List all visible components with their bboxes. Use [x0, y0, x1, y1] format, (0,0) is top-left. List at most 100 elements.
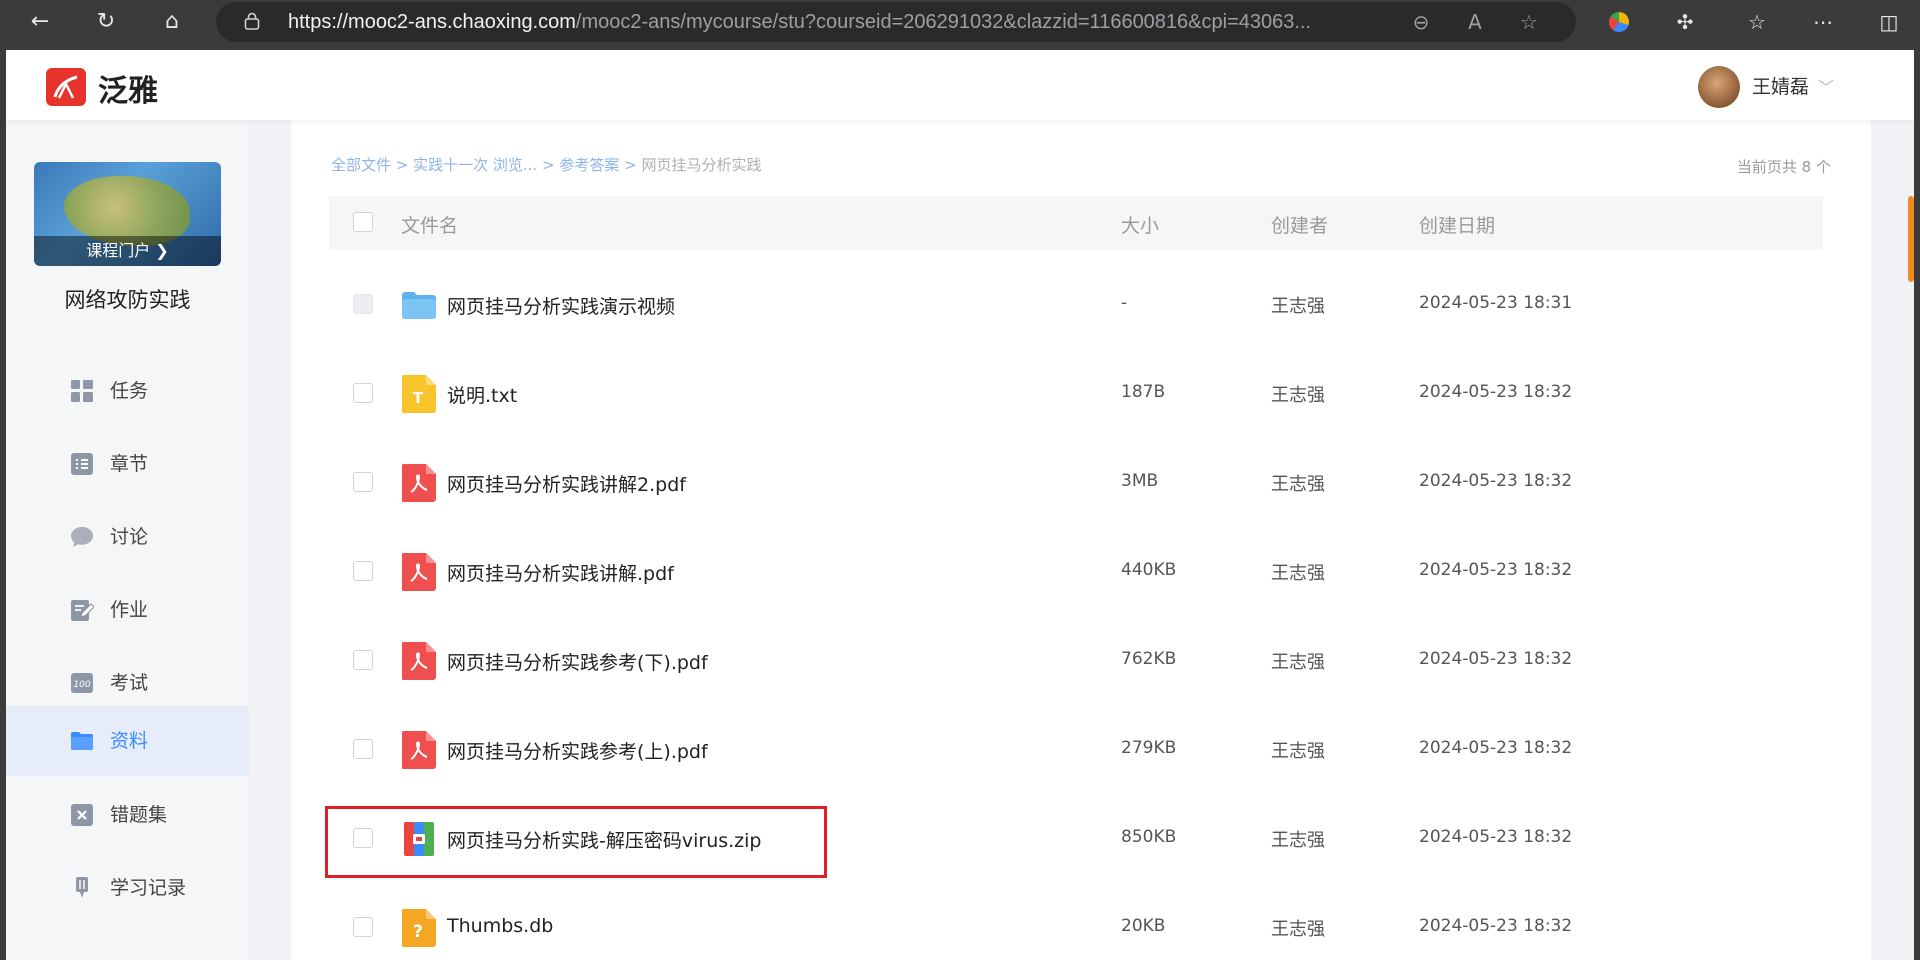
- file-size: 850KB: [1121, 827, 1177, 847]
- file-name[interactable]: 网页挂马分析实践讲解.pdf: [447, 559, 674, 586]
- list-icon: [71, 453, 93, 475]
- file-size: 3MB: [1121, 471, 1159, 491]
- table-row[interactable]: 网页挂马分析实践参考(上).pdf 279KB 王志强 2024-05-23 1…: [329, 705, 1823, 794]
- file-name[interactable]: 说明.txt: [447, 381, 517, 408]
- file-size: -: [1121, 293, 1128, 313]
- table-row[interactable]: T 说明.txt 187B 王志强 2024-05-23 18:32: [329, 349, 1823, 438]
- file-date: 2024-05-23 18:32: [1419, 827, 1573, 847]
- row-checkbox[interactable]: [353, 917, 373, 937]
- url-text[interactable]: https://mooc2-ans.chaoxing.com/mooc2-ans…: [288, 2, 1368, 42]
- file-date: 2024-05-23 18:32: [1419, 738, 1573, 758]
- course-name: 网络攻防实践: [64, 288, 191, 312]
- file-creator: 王志强: [1271, 652, 1325, 673]
- mistake-box-icon: [71, 804, 93, 826]
- file-creator: 王志强: [1271, 830, 1325, 851]
- table-row[interactable]: 网页挂马分析实践讲解.pdf 440KB 王志强 2024-05-23 18:3…: [329, 527, 1823, 616]
- browser-profile-icon[interactable]: [1602, 6, 1636, 38]
- fanya-logo-icon[interactable]: [46, 68, 86, 106]
- record-pen-icon: [76, 877, 88, 898]
- row-checkbox[interactable]: [353, 561, 373, 581]
- column-date[interactable]: 创建日期: [1419, 211, 1495, 238]
- file-creator: 王志强: [1271, 563, 1325, 584]
- address-bar[interactable]: https://mooc2-ans.chaoxing.com/mooc2-ans…: [216, 2, 1576, 42]
- extensions-icon[interactable]: ✣: [1668, 6, 1702, 38]
- chevron-down-icon[interactable]: ﹀: [1818, 74, 1834, 98]
- site-header: 泛雅 王婧磊 ﹀: [6, 50, 1914, 120]
- breadcrumb-item[interactable]: 参考答案: [559, 156, 619, 174]
- file-creator: 王志强: [1271, 296, 1325, 317]
- file-date: 2024-05-23 18:31: [1419, 293, 1573, 313]
- sidebar-item-mistakes[interactable]: 错题集: [6, 780, 249, 850]
- file-date: 2024-05-23 18:32: [1419, 382, 1573, 402]
- favorite-star-icon[interactable]: ☆: [1516, 10, 1542, 34]
- back-arrow-icon[interactable]: ←: [20, 4, 60, 40]
- sidebar-item-label: 资料: [110, 730, 149, 752]
- course-cover[interactable]: 课程门户 ❯: [34, 162, 221, 266]
- course-portal-link[interactable]: 课程门户 ❯: [34, 236, 221, 266]
- zoom-out-icon[interactable]: ⊖: [1408, 10, 1434, 34]
- file-size: 762KB: [1121, 649, 1177, 669]
- file-date: 2024-05-23 18:32: [1419, 916, 1573, 936]
- file-creator: 王志强: [1271, 919, 1325, 940]
- sidebar: 课程门户 ❯ 网络攻防实践 任务 章节 讨论 作业 100 考试 资料 错题集 …: [6, 120, 249, 960]
- file-name[interactable]: 网页挂马分析实践参考(上).pdf: [447, 737, 708, 764]
- pdf-file-icon: [402, 553, 436, 591]
- sidebar-item-label: 错题集: [110, 804, 168, 826]
- svg-text:?: ?: [413, 922, 423, 942]
- folder-icon: [71, 732, 93, 750]
- table-row[interactable]: ? Thumbs.db 20KB 王志强 2024-05-23 18:32: [329, 883, 1823, 960]
- table-row[interactable]: 网页挂马分析实践参考(下).pdf 762KB 王志强 2024-05-23 1…: [329, 616, 1823, 705]
- sidebar-item-materials[interactable]: 资料: [6, 706, 249, 776]
- file-name[interactable]: 网页挂马分析实践演示视频: [447, 292, 675, 319]
- file-date: 2024-05-23 18:32: [1419, 649, 1573, 669]
- sidebar-item-records[interactable]: 学习记录: [6, 853, 249, 923]
- column-creator[interactable]: 创建者: [1271, 211, 1328, 238]
- sidebar-toggle-icon[interactable]: ◫: [1872, 6, 1906, 38]
- reload-icon[interactable]: ↻: [86, 4, 126, 40]
- user-name[interactable]: 王婧磊: [1752, 72, 1809, 99]
- folder-icon: [402, 292, 436, 319]
- row-checkbox: [353, 294, 373, 314]
- logo-text: 泛雅: [98, 74, 158, 109]
- pdf-file-icon: [402, 642, 436, 680]
- file-name[interactable]: 网页挂马分析实践讲解2.pdf: [447, 470, 686, 497]
- table-row[interactable]: 网页挂马分析实践演示视频 - 王志强 2024-05-23 18:31: [329, 260, 1823, 349]
- unknown-file-icon: ?: [402, 909, 436, 947]
- sidebar-item-discussion[interactable]: 讨论: [6, 502, 249, 572]
- sidebar-item-label: 学习记录: [110, 877, 187, 899]
- pdf-file-icon: [402, 731, 436, 769]
- read-aloud-icon[interactable]: A: [1462, 10, 1488, 34]
- sidebar-item-label: 考试: [110, 672, 149, 694]
- file-name[interactable]: Thumbs.db: [447, 915, 553, 937]
- sidebar-item-label: 任务: [110, 380, 149, 402]
- breadcrumb-item[interactable]: 实践十一次 浏览...: [413, 156, 537, 174]
- more-icon[interactable]: ⋯: [1806, 6, 1840, 38]
- row-checkbox[interactable]: [353, 472, 373, 492]
- home-icon[interactable]: ⌂: [152, 4, 192, 40]
- column-name[interactable]: 文件名: [401, 211, 458, 238]
- row-checkbox[interactable]: [353, 650, 373, 670]
- file-count: 当前页共 8 个: [1736, 158, 1831, 176]
- table-row[interactable]: 网页挂马分析实践讲解2.pdf 3MB 王志强 2024-05-23 18:32: [329, 438, 1823, 527]
- sidebar-item-homework[interactable]: 作业: [6, 575, 249, 645]
- breadcrumb-current: 网页挂马分析实践: [641, 156, 762, 174]
- txt-file-icon: T: [402, 375, 436, 413]
- file-size: 20KB: [1121, 916, 1166, 936]
- page: 泛雅 王婧磊 ﹀ 课程门户 ❯ 网络攻防实践 任务 章节 讨论 作业 100 考…: [6, 50, 1914, 960]
- file-name[interactable]: 网页挂马分析实践参考(下).pdf: [447, 648, 708, 675]
- file-creator: 王志强: [1271, 385, 1325, 406]
- sidebar-item-tasks[interactable]: 任务: [6, 356, 249, 426]
- column-size[interactable]: 大小: [1121, 211, 1159, 238]
- row-checkbox[interactable]: [353, 739, 373, 759]
- chat-bubble-icon: [71, 527, 93, 547]
- row-checkbox[interactable]: [353, 383, 373, 403]
- edit-doc-icon: [71, 600, 94, 621]
- scrollbar-thumb[interactable]: [1908, 196, 1914, 282]
- select-all-checkbox[interactable]: [353, 212, 373, 232]
- favorites-icon[interactable]: ☆: [1740, 6, 1774, 38]
- breadcrumb-item[interactable]: 全部文件: [331, 156, 391, 174]
- sidebar-item-chapters[interactable]: 章节: [6, 429, 249, 499]
- user-avatar[interactable]: [1698, 66, 1740, 108]
- file-creator: 王志强: [1271, 474, 1325, 495]
- lock-icon: [244, 12, 260, 30]
